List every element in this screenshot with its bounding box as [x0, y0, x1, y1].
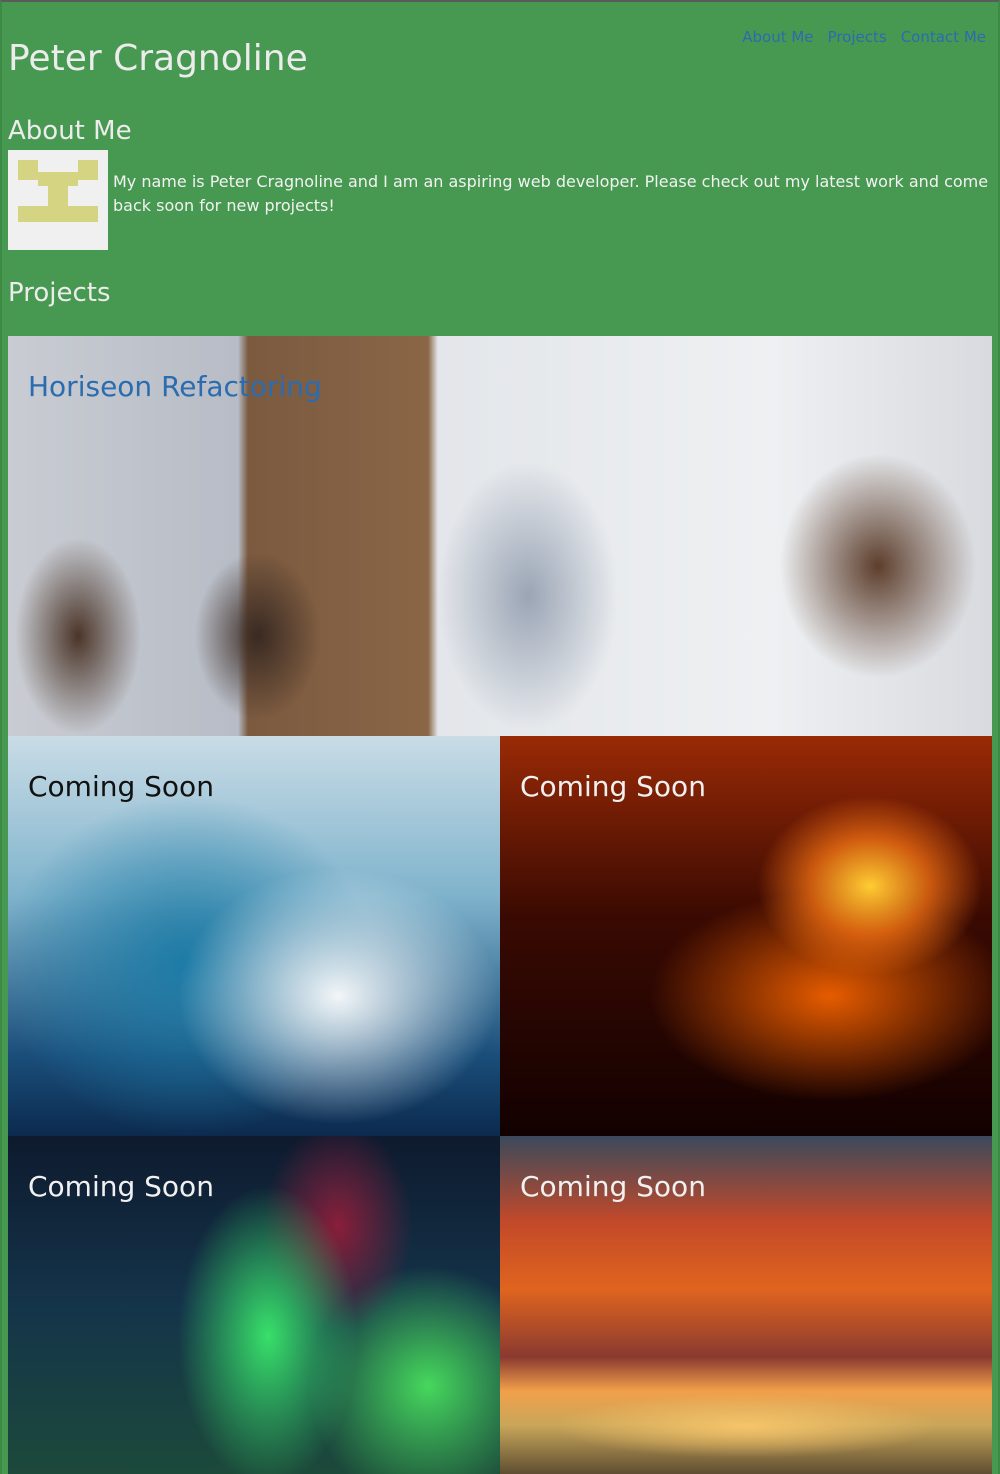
nav-link-contact-me[interactable]: Contact Me [901, 28, 986, 46]
project-tile-label: Coming Soon [28, 1170, 214, 1203]
project-tile-horiseon[interactable]: Horiseon Refactoring [8, 336, 992, 736]
project-tile-aurora[interactable]: Coming Soon [8, 1136, 500, 1474]
about-heading: About Me [8, 116, 132, 146]
identicon-icon [8, 150, 108, 250]
project-tile-label: Coming Soon [520, 770, 706, 803]
project-tile-volcano[interactable]: Coming Soon [500, 736, 992, 1136]
nav-link-about-me[interactable]: About Me [742, 28, 813, 46]
project-tile-label[interactable]: Horiseon Refactoring [28, 370, 322, 403]
about-text: My name is Peter Cragnoline and I am an … [113, 172, 989, 215]
projects-heading: Projects [8, 278, 111, 308]
project-tile-label: Coming Soon [28, 770, 214, 803]
top-nav: About Me Projects Contact Me [742, 28, 986, 46]
nav-link-projects[interactable]: Projects [828, 28, 887, 46]
project-tile-wave[interactable]: Coming Soon [8, 736, 500, 1136]
site-title: Peter Cragnoline [8, 38, 308, 79]
project-tile-label: Coming Soon [520, 1170, 706, 1203]
avatar [8, 150, 108, 250]
project-tile-savanna[interactable]: Coming Soon [500, 1136, 992, 1474]
